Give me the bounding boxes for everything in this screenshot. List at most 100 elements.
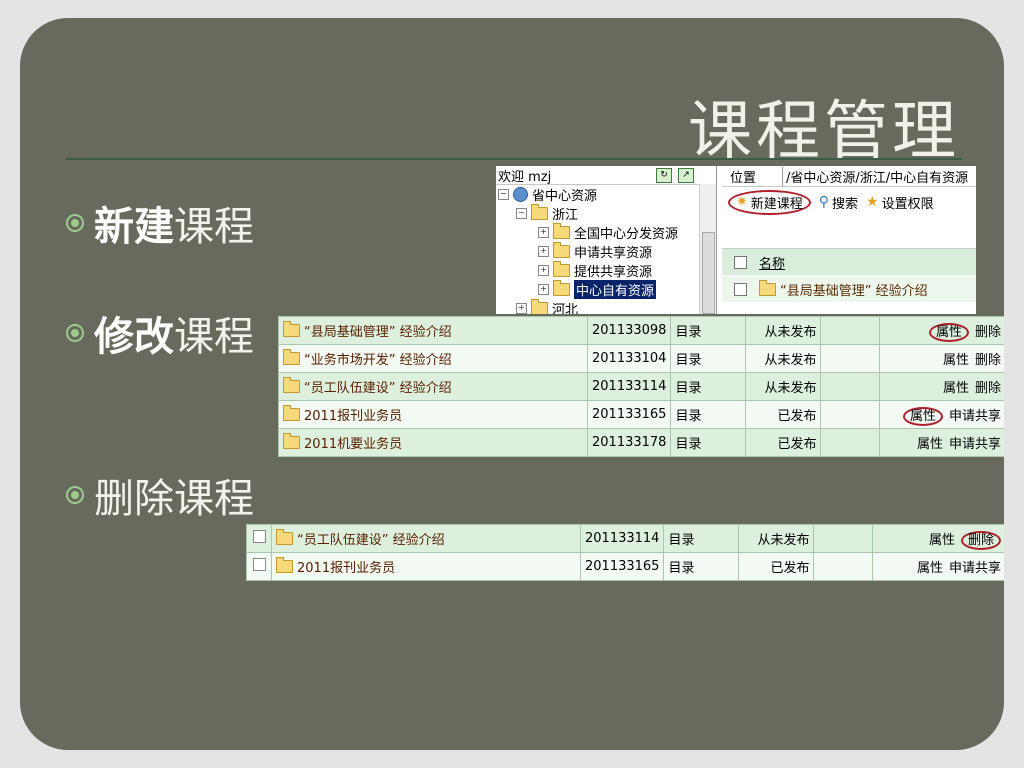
row-checkbox[interactable] — [734, 282, 747, 296]
set-permissions-button[interactable]: ★ 设置权限 — [866, 193, 934, 212]
collapse-icon[interactable]: − — [516, 208, 527, 219]
properties-link[interactable]: 属性 — [943, 381, 969, 396]
row-checkbox[interactable] — [252, 558, 266, 571]
properties-link[interactable]: 属性 — [902, 407, 943, 426]
action-link[interactable]: 删除 — [975, 381, 1001, 396]
status-cell: 从未发布 — [738, 524, 815, 553]
select-all-checkbox[interactable] — [734, 255, 747, 269]
bullet-edit-course: 修改 课程 — [66, 304, 254, 362]
course-name[interactable]: “县局基础管理” 经验介绍 — [304, 321, 452, 340]
permissions-label: 设置权限 — [881, 196, 934, 212]
id-cell: 201133165 — [586, 400, 672, 429]
expand-plus-icon[interactable]: + — [516, 303, 527, 314]
table-row[interactable]: “员工队伍建设” 经验介绍 201133114 目录 从未发布 属性 删除 — [246, 524, 1004, 553]
empty-cell — [820, 400, 881, 429]
table-row[interactable]: “县局基础管理” 经验介绍 201133098 目录 从未发布 属性 删除 — [278, 316, 1004, 345]
action-link[interactable]: 删除 — [975, 325, 1001, 340]
tree-node-national[interactable]: + 全国中心分发资源 — [496, 223, 716, 242]
column-name-header[interactable]: 名称 — [759, 253, 785, 272]
id-cell: 201133098 — [586, 316, 672, 345]
type-cell: 目录 — [670, 344, 747, 373]
folder-icon — [276, 529, 293, 545]
table-row[interactable]: 2011报刊业务员 201133165 目录 已发布 属性 申请共享 — [246, 552, 1004, 581]
empty-cell — [820, 344, 881, 373]
table-row[interactable]: 2011报刊业务员 201133165 目录 已发布 属性 申请共享 — [278, 400, 1004, 429]
empty-cell — [813, 524, 874, 553]
tree-node-zhejiang[interactable]: − 浙江 — [496, 204, 716, 223]
delete-course-table: “员工队伍建设” 经验介绍 201133114 目录 从未发布 属性 删除 2011报刊业务… — [246, 524, 1004, 581]
bullet-delete-course: 删除课程 — [66, 466, 254, 524]
course-name[interactable]: “员工队伍建设” 经验介绍 — [304, 377, 452, 396]
name-cell: 2011报刊业务员 — [278, 400, 588, 429]
name-cell: 2011报刊业务员 — [271, 552, 581, 581]
tree-node-center-own[interactable]: + 中心自有资源 — [496, 280, 716, 299]
empty-cell — [820, 372, 881, 401]
properties-link[interactable]: 属性 — [928, 323, 969, 342]
tree-scrollbar[interactable] — [699, 184, 716, 314]
resource-icon — [513, 187, 528, 202]
folder-icon — [553, 280, 570, 296]
scrollbar-thumb[interactable] — [702, 232, 715, 314]
properties-link[interactable]: 属性 — [943, 353, 969, 368]
tree-node-province[interactable]: − 省中心资源 — [496, 185, 716, 204]
expand-plus-icon[interactable]: + — [538, 246, 549, 257]
name-cell: “员工队伍建设” 经验介绍 — [278, 372, 588, 401]
expand-icon[interactable]: ↗ — [678, 167, 694, 183]
type-cell: 目录 — [670, 428, 747, 457]
row-checkbox[interactable] — [252, 530, 266, 543]
list-header: 名称 — [722, 248, 976, 275]
folder-icon — [283, 433, 300, 449]
properties-link[interactable]: 属性 — [929, 533, 955, 548]
name-cell: “员工队伍建设” 经验介绍 — [271, 524, 581, 553]
expand-plus-icon[interactable]: + — [538, 284, 549, 295]
name-cell: “县局基础管理” 经验介绍 — [278, 316, 588, 345]
tree-node-apply-share[interactable]: + 申请共享资源 — [496, 242, 716, 261]
bullet-bold-text: 新建 — [94, 204, 174, 250]
tree-node-provide-share[interactable]: + 提供共享资源 — [496, 261, 716, 280]
bullet-text: 课程 — [174, 204, 254, 250]
folder-icon — [759, 279, 776, 296]
expand-plus-icon[interactable]: + — [538, 265, 549, 276]
table-row[interactable]: 2011机要业务员 201133178 目录 已发布 属性 申请共享 — [278, 428, 1004, 457]
action-link[interactable]: 删除 — [960, 531, 1001, 550]
course-name[interactable]: “员工队伍建设” 经验介绍 — [297, 529, 445, 548]
action-link[interactable]: 申请共享 — [949, 409, 1001, 424]
permission-icon: ★ — [866, 194, 879, 210]
resource-tree: 欢迎 mzj ↻ ↗ − 省中心资源 − 浙江 + 全国中心分发资源 + 申请共享资源 … — [496, 166, 717, 314]
table-row[interactable]: “业务市场开发” 经验介绍 201133104 目录 从未发布 属性 删除 — [278, 344, 1004, 373]
expand-plus-icon[interactable]: + — [538, 227, 549, 238]
table-row[interactable]: “员工队伍建设” 经验介绍 201133114 目录 从未发布 属性 删除 — [278, 372, 1004, 401]
action-link[interactable]: 申请共享 — [949, 561, 1001, 576]
id-cell: 201133114 — [586, 372, 672, 401]
bullet-text: 删除课程 — [94, 476, 254, 522]
collapse-icon[interactable]: − — [498, 189, 509, 200]
item-name[interactable]: “县局基础管理” 经验介绍 — [780, 280, 928, 299]
search-button[interactable]: ⚲ 搜索 — [819, 193, 858, 212]
new-course-label: 新建课程 — [750, 196, 803, 212]
list-item[interactable]: “县局基础管理” 经验介绍 — [722, 276, 976, 302]
course-name[interactable]: 2011报刊业务员 — [304, 405, 402, 424]
row-checkbox-cell — [246, 552, 272, 581]
course-name[interactable]: 2011机要业务员 — [304, 433, 402, 452]
folder-icon — [283, 349, 300, 365]
refresh-icon[interactable]: ↻ — [656, 167, 672, 183]
status-cell: 已发布 — [745, 400, 822, 429]
properties-link[interactable]: 属性 — [917, 437, 943, 452]
course-name[interactable]: 2011报刊业务员 — [297, 557, 395, 576]
location-bar: 位置 /省中心资源/浙江/中心自有资源 — [722, 166, 976, 187]
tree-header: 欢迎 mzj ↻ ↗ — [496, 166, 716, 185]
course-name[interactable]: “业务市场开发” 经验介绍 — [304, 349, 452, 368]
folder-icon — [531, 299, 548, 314]
folder-icon — [283, 405, 300, 421]
folder-icon — [283, 377, 300, 393]
new-course-button[interactable]: ✷ 新建课程 — [728, 189, 811, 215]
id-cell: 201133165 — [579, 552, 665, 581]
tree-node-label: 全国中心分发资源 — [574, 227, 679, 242]
action-link[interactable]: 删除 — [975, 353, 1001, 368]
empty-cell — [820, 316, 881, 345]
properties-link[interactable]: 属性 — [917, 561, 943, 576]
action-link[interactable]: 申请共享 — [949, 437, 1001, 452]
type-cell: 目录 — [663, 552, 740, 581]
folder-icon — [283, 321, 300, 337]
tree-node-hebei[interactable]: + 河北 — [496, 299, 716, 314]
